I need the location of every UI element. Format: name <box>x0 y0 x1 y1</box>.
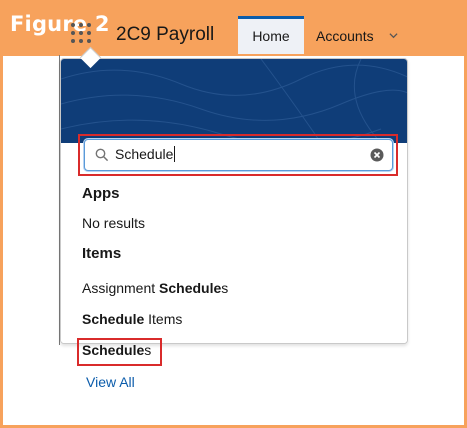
search-value: Schedule <box>115 146 176 162</box>
chevron-down-icon[interactable] <box>389 31 398 40</box>
apps-heading: Apps <box>82 185 120 202</box>
result-item-schedule-items[interactable]: Schedule Items <box>82 311 182 327</box>
apps-no-results: No results <box>82 215 146 231</box>
view-all-link[interactable]: View All <box>86 374 135 390</box>
search-input[interactable]: Schedule <box>84 139 393 171</box>
search-icon <box>95 148 109 162</box>
app-launcher-icon[interactable] <box>70 22 92 44</box>
items-heading: Items <box>82 245 122 262</box>
app-name: 2C9 Payroll <box>116 24 215 45</box>
schedules-highlight-box <box>77 338 162 366</box>
figure-title: Figure 2 <box>10 12 110 36</box>
clear-icon[interactable] <box>370 148 384 162</box>
tab-accounts[interactable]: Accounts <box>316 28 374 44</box>
tab-home[interactable]: Home <box>238 16 304 54</box>
panel-banner <box>61 59 407 146</box>
banner-pattern <box>61 59 407 146</box>
result-item-assignment-schedules[interactable]: Assignment Schedules <box>82 280 228 296</box>
